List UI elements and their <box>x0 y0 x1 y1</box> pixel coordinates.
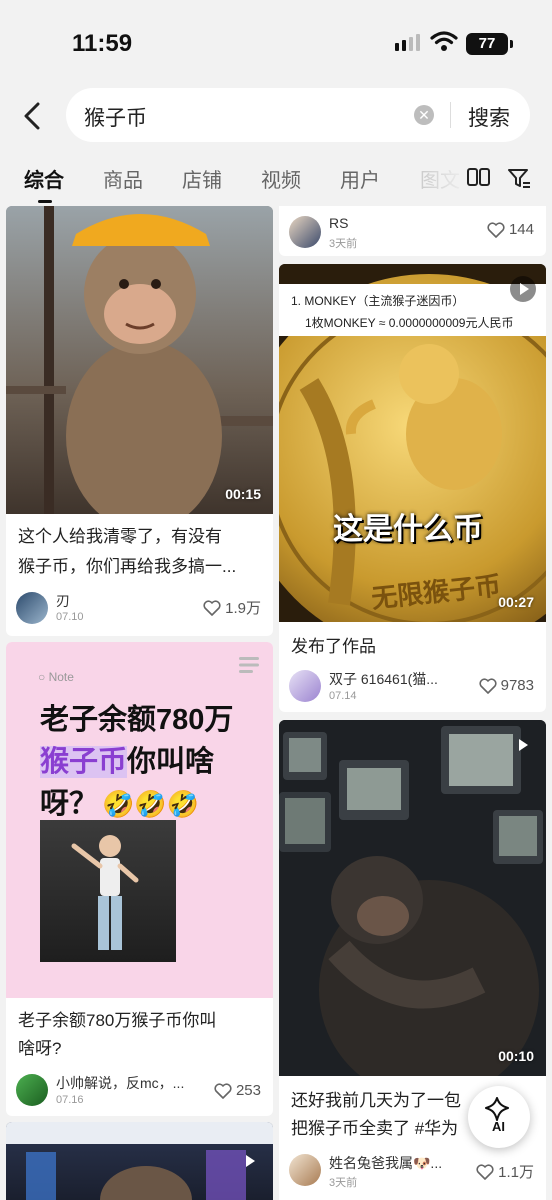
card-title-line-2: 猴子币，你们再给我多搞一... <box>18 557 237 576</box>
monkey-worker-image <box>6 206 273 514</box>
post-date: 07.10 <box>56 611 84 623</box>
author-avatar[interactable] <box>16 1074 48 1106</box>
layout-toggle-icon[interactable] <box>466 166 492 190</box>
card-title-line-1: 这个人给我清零了，有没有 <box>18 527 222 546</box>
dancing-kid-image <box>40 820 176 962</box>
author-name[interactable]: 姓名兔爸我属🐶... <box>329 1153 455 1173</box>
author-name[interactable]: RS <box>329 215 449 231</box>
tabs-fade-overlay <box>400 164 470 198</box>
cellular-signal-icon <box>395 34 420 51</box>
author-name[interactable]: 双子 616461(猫... <box>329 669 459 689</box>
heart-icon <box>214 1082 232 1099</box>
video-duration: 00:10 <box>498 1048 534 1064</box>
search-input[interactable]: 猴子币 <box>84 102 394 132</box>
video-thumbnail: 00:15 <box>6 206 273 514</box>
result-card[interactable] <box>6 1122 273 1200</box>
tab-all[interactable]: 综合 <box>24 164 64 193</box>
like-count: 9783 <box>500 677 534 694</box>
active-tab-indicator <box>38 200 52 203</box>
heart-icon <box>479 677 497 694</box>
like-count: 253 <box>235 1082 261 1099</box>
overlay-text-line-1: 1. MONKEY（主流猴子迷因币） <box>291 294 465 308</box>
wifi-icon <box>430 31 458 51</box>
search-bar: 猴子币 ✕ 搜索 <box>66 88 530 142</box>
author-name[interactable]: 小帅解说，反mc，... <box>56 1073 186 1093</box>
card-title-line-1: 还好我前几天为了一包 <box>291 1091 461 1110</box>
like-button[interactable]: 144 <box>487 221 534 238</box>
video-thumbnail <box>6 1122 273 1200</box>
battery-level: 77 <box>466 33 508 55</box>
overlay-text-line-2: 1枚MONKEY ≈ 0.0000000009元人民币 <box>305 316 514 330</box>
like-count: 1.9万 <box>225 600 261 617</box>
clear-search-button[interactable]: ✕ <box>414 105 434 125</box>
note-headline-line-2: 猴子币你叫啥 <box>40 746 215 778</box>
tab-videos[interactable]: 视频 <box>261 164 301 193</box>
clock: 11:59 <box>72 30 133 57</box>
battery-cap <box>510 40 513 48</box>
author-name[interactable]: 刃 <box>56 591 176 611</box>
post-date: 3天前 <box>329 1177 358 1189</box>
video-duration: 00:15 <box>225 486 261 502</box>
author-avatar[interactable] <box>289 670 321 702</box>
search-submit-button[interactable]: 搜索 <box>468 102 510 132</box>
card-title-line-2: 把猴子币全卖了 #华为 <box>291 1119 459 1138</box>
like-button[interactable]: 1.9万 <box>203 597 261 618</box>
note-headline-line-1: 老子余额780万 <box>40 704 234 736</box>
result-card[interactable]: 00:15 这个人给我清零了，有没有 猴子币，你们再给我多搞一... 刃 07.… <box>6 206 273 636</box>
post-date: 07.14 <box>329 690 357 702</box>
note-label: ○ Note <box>38 670 74 684</box>
back-arrow-icon[interactable] <box>18 96 48 136</box>
like-button[interactable]: 253 <box>214 1082 261 1099</box>
heart-icon <box>476 1163 494 1180</box>
like-count: 144 <box>508 221 534 238</box>
search-divider <box>450 102 451 128</box>
filter-icon[interactable] <box>506 166 532 190</box>
play-icon <box>237 1148 263 1174</box>
monkey-monitors-image <box>279 720 546 1076</box>
result-card[interactable]: 1. MONKEY（主流猴子迷因币） 1枚MONKEY ≈ 0.00000000… <box>279 264 546 712</box>
video-duration: 00:27 <box>498 594 534 610</box>
video-thumbnail: 1. MONKEY（主流猴子迷因币） 1枚MONKEY ≈ 0.00000000… <box>279 264 546 622</box>
note-headline-line-3: 呀？ 🤣🤣🤣 <box>40 788 200 820</box>
note-thumbnail: ○ Note 老子余额780万 猴子币你叫啥 呀？ 🤣🤣🤣 <box>6 642 273 998</box>
video-caption: 这是什么币 <box>333 513 483 546</box>
card-title-line-2: 啥呀? <box>18 1039 62 1058</box>
ai-assistant-button[interactable]: AI <box>468 1086 530 1148</box>
author-avatar[interactable] <box>16 592 48 624</box>
card-title: 发布了作品 <box>291 637 376 656</box>
like-count: 1.1万 <box>498 1164 534 1181</box>
tab-stores[interactable]: 店铺 <box>182 164 222 193</box>
ai-button-label: AI <box>492 1119 505 1134</box>
like-button[interactable]: 9783 <box>479 677 534 694</box>
result-card[interactable]: RS 3天前 144 <box>279 206 546 256</box>
post-date: 07.16 <box>56 1094 84 1106</box>
result-card[interactable]: ○ Note 老子余额780万 猴子币你叫啥 呀？ 🤣🤣🤣 老子余额780万猴子币… <box>6 642 273 1116</box>
heart-icon <box>487 221 505 238</box>
author-avatar[interactable] <box>289 216 321 248</box>
play-icon <box>510 732 536 758</box>
like-button[interactable]: 1.1万 <box>476 1161 534 1182</box>
play-icon <box>510 276 536 302</box>
tab-products[interactable]: 商品 <box>103 164 143 193</box>
video-thumbnail: 00:10 <box>279 720 546 1076</box>
author-avatar[interactable] <box>289 1154 321 1186</box>
post-date: 3天前 <box>329 238 358 250</box>
status-bar: 11:59 77 <box>0 0 552 88</box>
overlay-text-panel: 1. MONKEY（主流猴子迷因币） 1枚MONKEY ≈ 0.00000000… <box>279 284 546 336</box>
menu-lines-icon <box>239 657 259 673</box>
heart-icon <box>203 599 221 616</box>
partial-thumbnail-image <box>6 1122 273 1200</box>
card-title-line-1: 老子余额780万猴子币你叫 <box>18 1011 217 1030</box>
tab-users[interactable]: 用户 <box>340 164 380 193</box>
